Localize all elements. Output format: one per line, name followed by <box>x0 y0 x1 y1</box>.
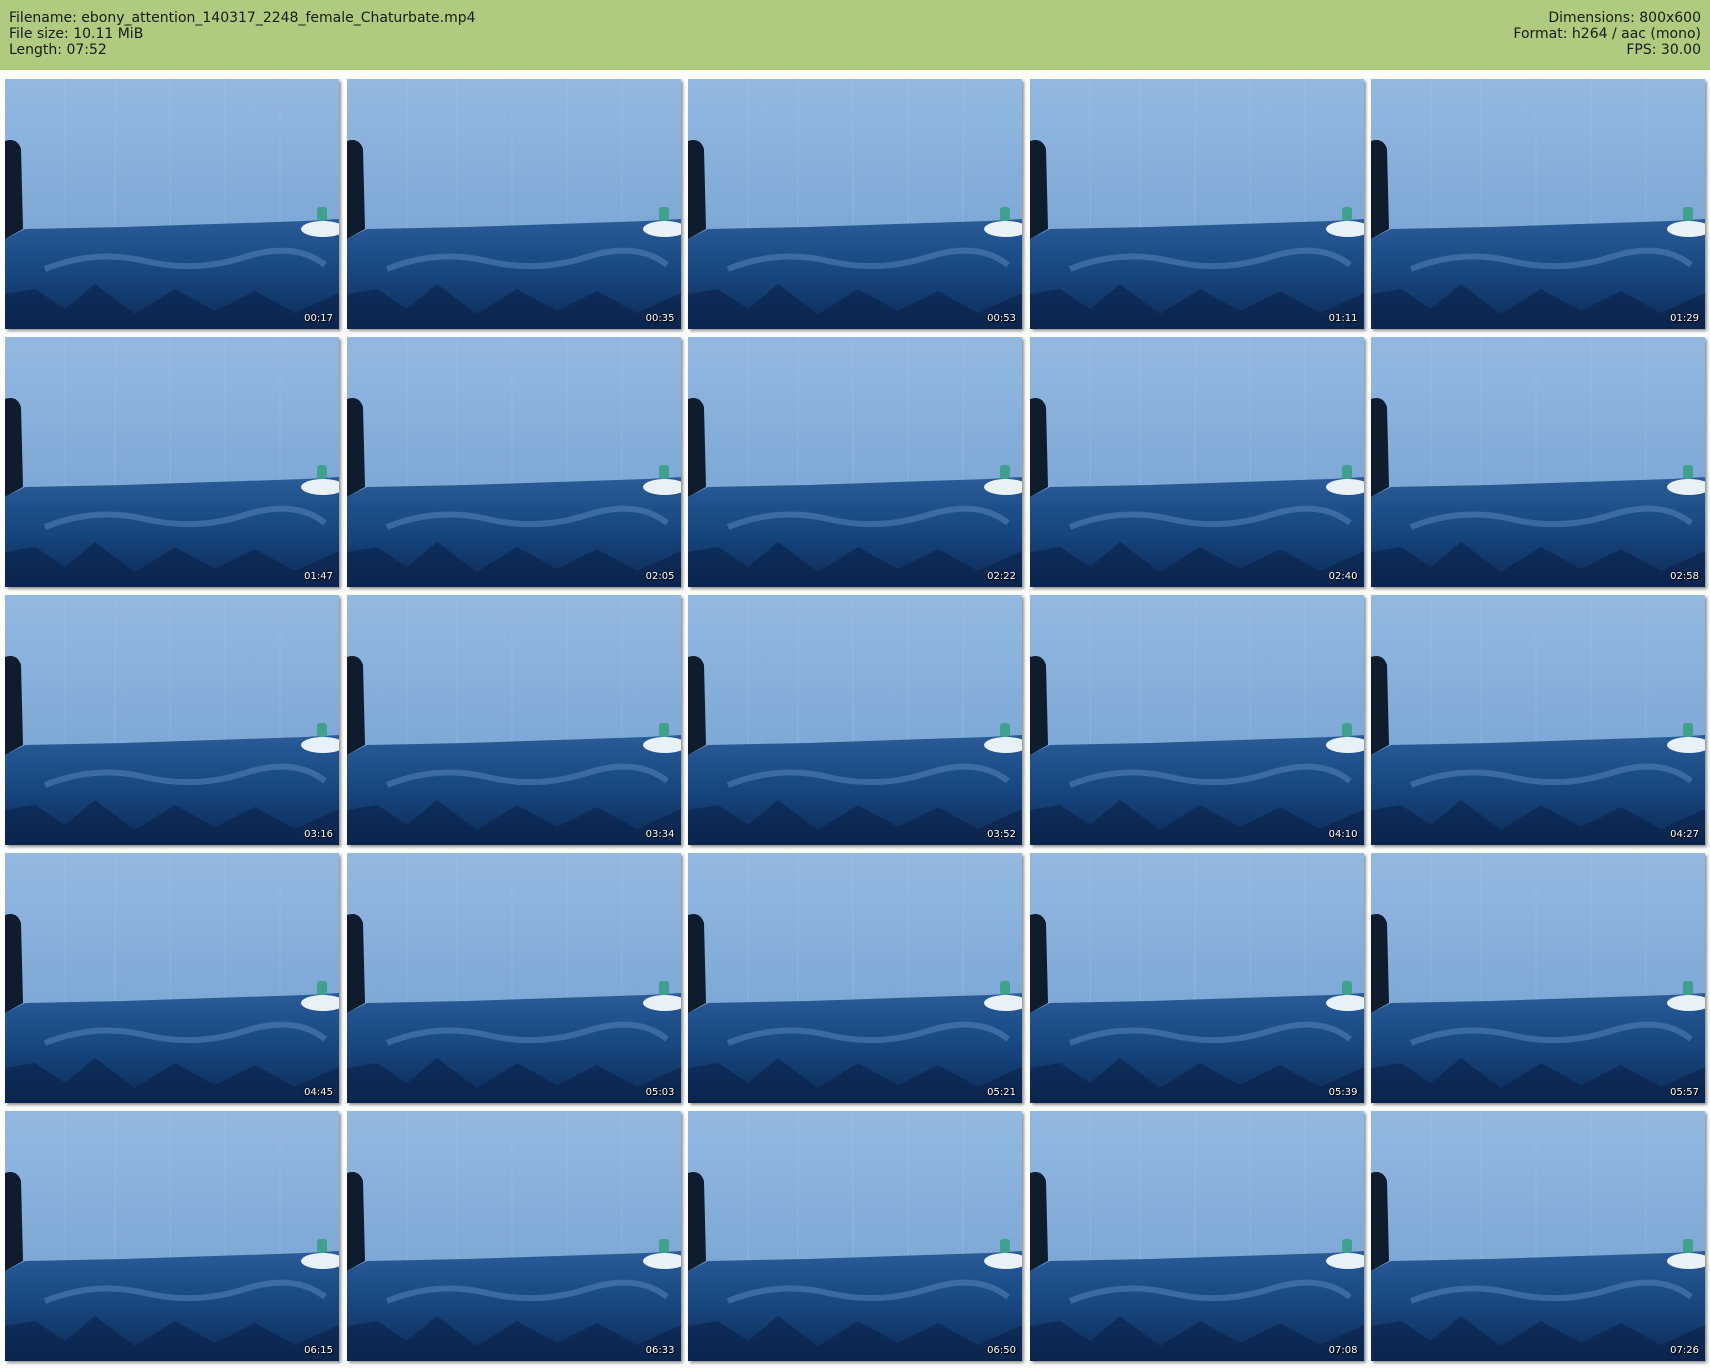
dimensions-text: Dimensions: 800x600 <box>1548 10 1701 26</box>
thumbnail-timestamp: 04:10 <box>1328 829 1358 840</box>
thumbnail[interactable]: 06:15 <box>5 1111 339 1361</box>
thumbnail-timestamp: 06:50 <box>987 1345 1016 1356</box>
thumbnail[interactable]: 07:08 <box>1029 1111 1364 1361</box>
thumbnail-timestamp: 05:21 <box>987 1087 1016 1098</box>
scene-image <box>1029 853 1364 1103</box>
thumbnail-timestamp: 07:26 <box>1670 1345 1699 1356</box>
thumbnail-timestamp: 02:40 <box>1328 571 1358 582</box>
scene-image <box>346 1111 681 1361</box>
thumbnail-timestamp: 06:33 <box>645 1345 675 1356</box>
thumbnail-timestamp: 04:27 <box>1670 829 1699 840</box>
thumbnail[interactable]: 04:45 <box>5 853 339 1103</box>
thumbnail[interactable]: 06:33 <box>346 1111 681 1361</box>
scene-image <box>346 853 681 1103</box>
scene-image <box>346 79 681 329</box>
thumbnail[interactable]: 05:57 <box>1371 853 1705 1103</box>
thumbnail-timestamp: 06:15 <box>304 1345 333 1356</box>
thumbnail[interactable]: 05:21 <box>688 853 1022 1103</box>
thumbnail[interactable]: 02:58 <box>1371 337 1705 587</box>
thumbnail-timestamp: 03:52 <box>987 829 1016 840</box>
scene-image <box>5 337 339 587</box>
thumbnail[interactable]: 00:35 <box>346 79 681 329</box>
thumbnail-grid: 00:17 00:35 00:53 01:11 01:29 01:47 02:0… <box>5 79 1705 1361</box>
filename-text: Filename: ebony_attention_140317_2248_fe… <box>9 10 476 26</box>
scene-image <box>5 853 339 1103</box>
thumbnail[interactable]: 03:34 <box>346 595 681 845</box>
scene-image <box>346 337 681 587</box>
thumbnail-timestamp: 01:29 <box>1670 313 1699 324</box>
length-text: Length: 07:52 <box>9 42 107 58</box>
scene-image <box>688 1111 1022 1361</box>
thumbnail-timestamp: 02:22 <box>987 571 1016 582</box>
thumbnail-timestamp: 04:45 <box>304 1087 333 1098</box>
scene-image <box>688 79 1022 329</box>
thumbnail-timestamp: 00:17 <box>304 313 333 324</box>
thumbnail[interactable]: 04:27 <box>1371 595 1705 845</box>
media-info: Dimensions: 800x600 Format: h264 / aac (… <box>1513 10 1701 58</box>
thumbnail[interactable]: 07:26 <box>1371 1111 1705 1361</box>
scene-image <box>1371 79 1705 329</box>
thumbnail-timestamp: 02:05 <box>645 571 675 582</box>
thumbnail[interactable]: 04:10 <box>1029 595 1364 845</box>
info-header: Filename: ebony_attention_140317_2248_fe… <box>0 0 1710 70</box>
thumbnail[interactable]: 06:50 <box>688 1111 1022 1361</box>
thumbnail-timestamp: 07:08 <box>1328 1345 1358 1356</box>
thumbnail[interactable]: 01:29 <box>1371 79 1705 329</box>
thumbnail-timestamp: 05:57 <box>1670 1087 1699 1098</box>
scene-image <box>1029 79 1364 329</box>
thumbnail[interactable]: 01:47 <box>5 337 339 587</box>
scene-image <box>1371 1111 1705 1361</box>
fps-text: FPS: 30.00 <box>1626 42 1701 58</box>
thumbnail-timestamp: 00:35 <box>645 313 675 324</box>
thumbnail[interactable]: 05:39 <box>1029 853 1364 1103</box>
format-text: Format: h264 / aac (mono) <box>1513 26 1701 42</box>
scene-image <box>688 337 1022 587</box>
scene-image <box>688 853 1022 1103</box>
scene-image <box>5 595 339 845</box>
scene-image <box>5 79 339 329</box>
thumbnail[interactable]: 03:16 <box>5 595 339 845</box>
thumbnail-timestamp: 05:39 <box>1328 1087 1358 1098</box>
scene-image <box>1371 853 1705 1103</box>
thumbnail-timestamp: 03:34 <box>645 829 675 840</box>
scene-image <box>5 1111 339 1361</box>
thumbnail[interactable]: 01:11 <box>1029 79 1364 329</box>
thumbnail[interactable]: 02:40 <box>1029 337 1364 587</box>
thumbnail[interactable]: 00:53 <box>688 79 1022 329</box>
thumbnail-timestamp: 00:53 <box>987 313 1016 324</box>
thumbnail-timestamp: 03:16 <box>304 829 333 840</box>
thumbnail[interactable]: 02:22 <box>688 337 1022 587</box>
scene-image <box>688 595 1022 845</box>
scene-image <box>1029 595 1364 845</box>
filesize-text: File size: 10.11 MiB <box>9 26 144 42</box>
thumbnail[interactable]: 00:17 <box>5 79 339 329</box>
thumbnail-timestamp: 05:03 <box>645 1087 675 1098</box>
scene-image <box>1029 337 1364 587</box>
scene-image <box>1029 1111 1364 1361</box>
thumbnail[interactable]: 03:52 <box>688 595 1022 845</box>
thumbnail-timestamp: 01:47 <box>304 571 333 582</box>
thumbnail-timestamp: 01:11 <box>1328 313 1358 324</box>
scene-image <box>1371 595 1705 845</box>
file-info: Filename: ebony_attention_140317_2248_fe… <box>9 10 476 58</box>
scene-image <box>1371 337 1705 587</box>
thumbnail-timestamp: 02:58 <box>1670 571 1699 582</box>
thumbnail[interactable]: 02:05 <box>346 337 681 587</box>
thumbnail[interactable]: 05:03 <box>346 853 681 1103</box>
scene-image <box>346 595 681 845</box>
